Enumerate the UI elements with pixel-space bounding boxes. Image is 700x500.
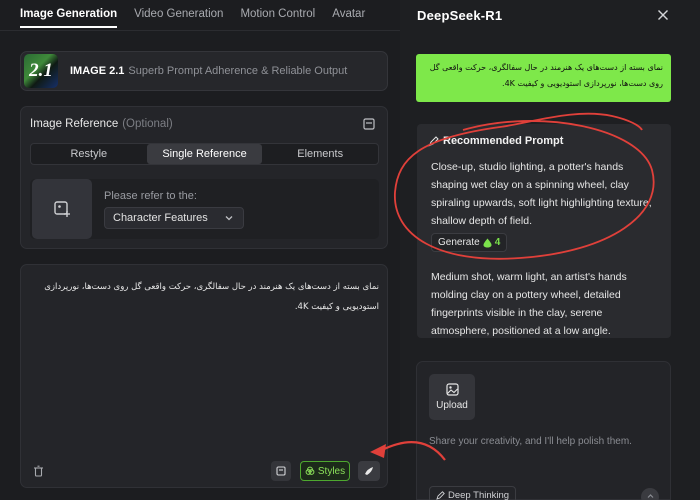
save-icon[interactable] xyxy=(363,118,375,130)
reference-upload-tile[interactable] xyxy=(32,179,92,239)
image-icon xyxy=(445,383,459,396)
styles-button[interactable]: Styles xyxy=(300,461,350,481)
recommended-heading: Recommended Prompt xyxy=(428,135,563,147)
assistant-input-card: Upload Share your creativity, and I'll h… xyxy=(416,361,671,500)
top-navigation: Image Generation Video Generation Motion… xyxy=(20,6,382,28)
reference-area: Please refer to the: Character Features xyxy=(30,179,379,239)
credit-count: 4 xyxy=(494,237,501,248)
chevron-down-icon xyxy=(225,216,233,221)
refer-label: Please refer to the: xyxy=(104,190,197,202)
recommended-prompt-card: Recommended Prompt Close-up, studio ligh… xyxy=(417,124,671,338)
reference-mode-segment: Restyle Single Reference Elements xyxy=(30,143,379,165)
tab-video-generation[interactable]: Video Generation xyxy=(134,6,223,28)
nav-divider xyxy=(0,30,400,31)
pen-icon xyxy=(436,490,445,500)
mode-restyle[interactable]: Restyle xyxy=(31,144,147,164)
model-logo: 2.1 xyxy=(24,54,58,88)
model-name: IMAGE 2.1 xyxy=(70,65,125,77)
model-selector[interactable]: 2.1 IMAGE 2.1 Superb Prompt Adherence & … xyxy=(20,51,388,91)
tab-image-generation[interactable]: Image Generation xyxy=(20,6,118,28)
brush-icon xyxy=(364,466,373,475)
styles-icon xyxy=(305,466,315,475)
assistant-panel: DeepSeek-R1 نمای بسته از دست‌های یک هنرم… xyxy=(400,0,700,500)
add-image-icon xyxy=(54,201,70,217)
mode-single-reference[interactable]: Single Reference xyxy=(146,144,263,164)
assistant-button[interactable] xyxy=(358,461,380,481)
optional-label: (Optional) xyxy=(122,118,173,130)
trash-icon[interactable] xyxy=(33,465,44,477)
recommended-prompt-2[interactable]: Medium shot, warm light, an artist's han… xyxy=(431,268,661,338)
image-reference-title: Image Reference (Optional) xyxy=(30,118,173,130)
user-message: نمای بسته از دست‌های یک هنرمند در حال سف… xyxy=(416,54,671,102)
generate-button[interactable]: Generate 4 xyxy=(431,233,508,252)
tab-motion-control[interactable]: Motion Control xyxy=(240,6,315,28)
assistant-title: DeepSeek-R1 xyxy=(417,8,503,23)
reference-type-select[interactable]: Character Features xyxy=(104,207,244,229)
assistant-input[interactable]: Share your creativity, and I'll help pol… xyxy=(429,436,632,447)
prompt-card[interactable]: نمای بسته از دست‌های یک هنرمند در حال سف… xyxy=(20,264,388,488)
save-icon xyxy=(276,466,286,476)
model-description: Superb Prompt Adherence & Reliable Outpu… xyxy=(128,65,348,77)
send-button[interactable] xyxy=(641,488,659,500)
arrow-up-icon xyxy=(647,493,653,498)
deep-thinking-toggle[interactable]: Deep Thinking xyxy=(429,486,517,500)
close-icon[interactable] xyxy=(657,9,669,21)
selected-reference-type: Character Features xyxy=(113,212,208,224)
recommended-prompt-1[interactable]: Close-up, studio lighting, a potter's ha… xyxy=(431,158,661,230)
pen-icon xyxy=(428,135,439,146)
upload-button[interactable]: Upload xyxy=(429,374,475,420)
image-reference-card: Image Reference (Optional) Restyle Single… xyxy=(20,106,388,249)
generation-panel: Image Generation Video Generation Motion… xyxy=(0,0,400,500)
prompt-text[interactable]: نمای بسته از دست‌های یک هنرمند در حال سف… xyxy=(33,277,379,317)
history-button[interactable] xyxy=(271,461,291,481)
tab-avatar[interactable]: Avatar xyxy=(332,6,365,28)
mode-elements[interactable]: Elements xyxy=(262,144,378,164)
credit-icon xyxy=(483,238,492,247)
